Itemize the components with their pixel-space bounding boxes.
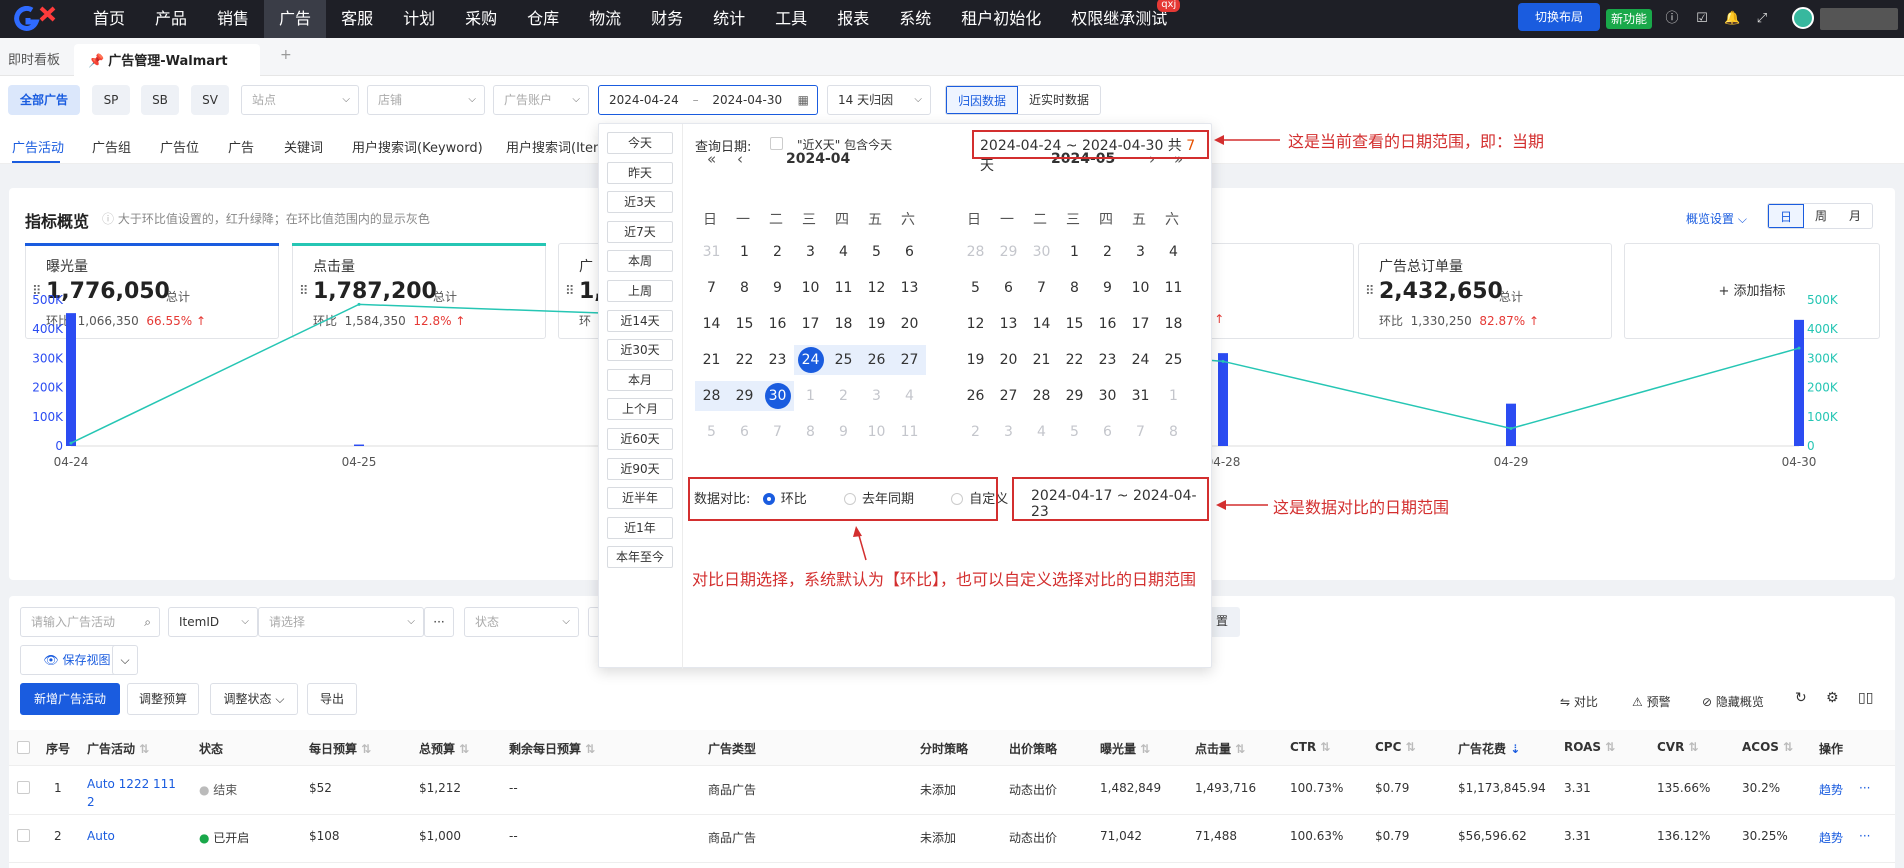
arrowhead-compare — [1216, 500, 1226, 510]
annotation-choose-text: 对比日期选择，系统默认为【环比】，也可以自定义选择对比的日期范围 — [692, 570, 1197, 589]
arrowhead-choose — [853, 526, 862, 537]
annotation-arrows — [853, 135, 1280, 561]
annotation-compare-text: 这是数据对比的日期范围 — [1273, 498, 1450, 517]
annotation-current-text: 这是当前查看的日期范围，即：当期 — [1288, 132, 1545, 151]
arrowhead-current — [1214, 135, 1224, 145]
